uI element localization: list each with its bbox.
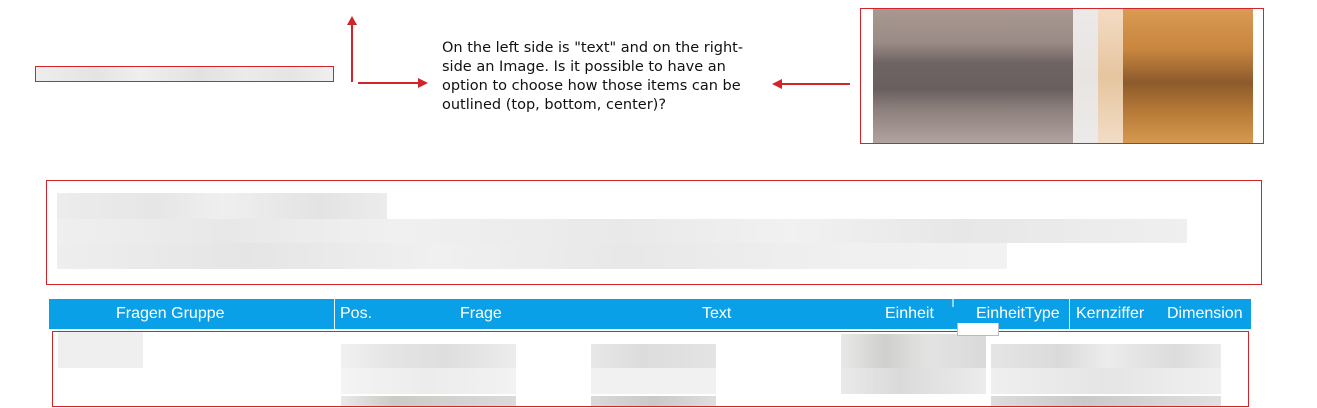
column-header-dimension[interactable]: Dimension	[1167, 299, 1243, 329]
up-arrow-line	[351, 24, 353, 82]
blurred-text-line	[57, 243, 1007, 269]
column-divider	[1069, 299, 1070, 329]
description-block-outline	[46, 180, 1262, 285]
column-header-text[interactable]: Text	[702, 299, 731, 329]
column-divider	[334, 299, 335, 329]
image-outline	[860, 8, 1264, 144]
table-row	[53, 368, 1248, 406]
column-header-frage[interactable]: Frage	[460, 299, 502, 329]
blurred-image	[873, 9, 1253, 143]
left-arrow-head	[772, 79, 782, 89]
blurred-text-line	[57, 219, 1187, 243]
up-arrow-head	[347, 16, 357, 25]
annotation-note: On the left side is "text" and on the ri…	[442, 40, 744, 113]
column-header-einheit[interactable]: Einheit	[885, 299, 934, 329]
column-header-pos[interactable]: Pos.	[340, 299, 372, 329]
blurred-text-line	[57, 193, 387, 219]
table-header: Fragen Gruppe Pos. Frage Text Einheit Ei…	[49, 299, 1251, 329]
left-text-outline	[35, 66, 334, 82]
right-arrow-head	[418, 78, 428, 88]
table-row	[53, 332, 1248, 368]
right-arrow-line	[358, 82, 420, 84]
table-rows-outline	[52, 331, 1249, 407]
column-header-fragen-gruppe[interactable]: Fragen Gruppe	[116, 299, 225, 329]
cell-tooltip	[957, 323, 999, 336]
resize-cursor-icon	[952, 299, 954, 307]
column-header-kernziffer[interactable]: Kernziffer	[1076, 299, 1144, 329]
left-arrow-line	[782, 83, 850, 85]
